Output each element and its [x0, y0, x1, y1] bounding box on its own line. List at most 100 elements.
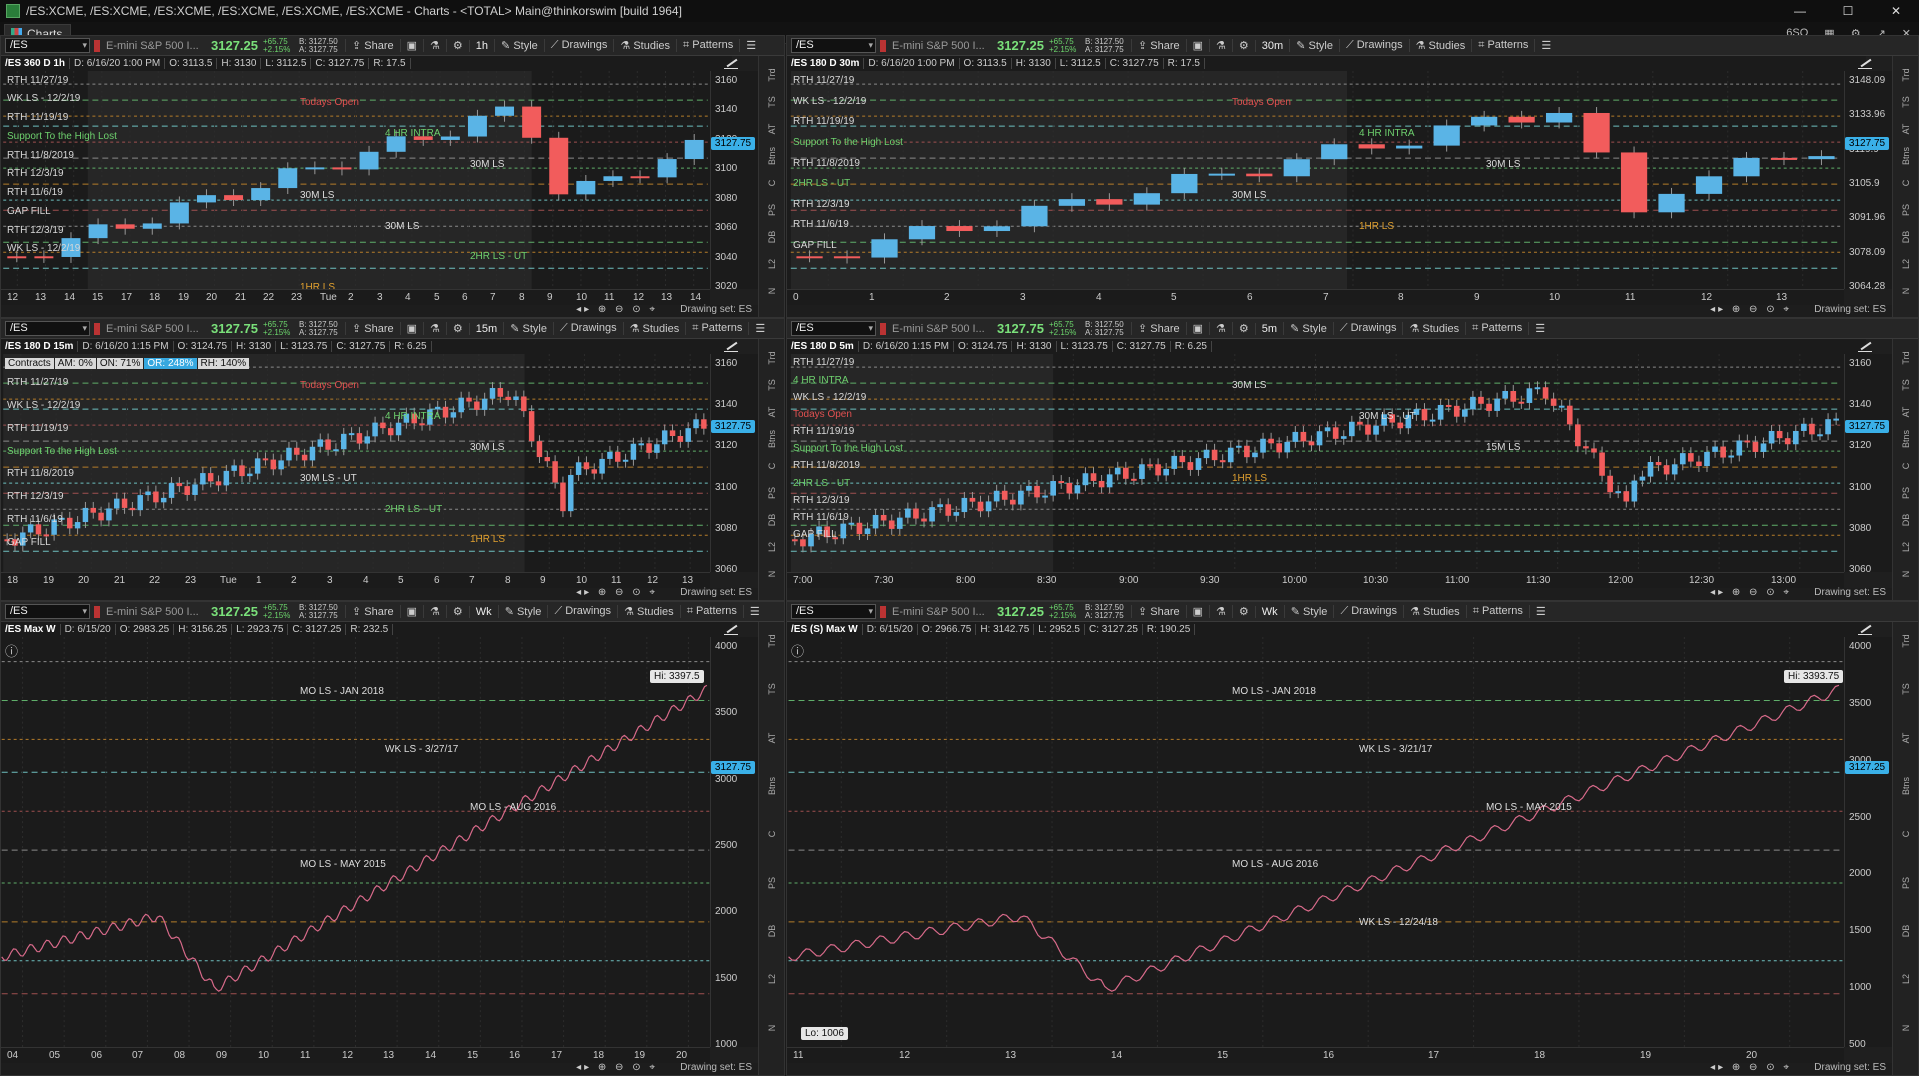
menu-icon[interactable]: ☰ — [742, 605, 766, 618]
zoom-controls[interactable]: ◂▸ ⊕ ⊖ ⊙ ⌖ — [1710, 304, 1792, 315]
flag-icon[interactable] — [94, 322, 100, 335]
menu-icon[interactable]: ☰ — [739, 39, 762, 52]
gear-icon[interactable]: ⚙ — [445, 322, 469, 335]
patterns-button[interactable]: ⌗ Patterns — [679, 605, 743, 618]
drawing-set-label[interactable]: Drawing set: ES — [1814, 1062, 1886, 1073]
side-tab[interactable]: N — [1901, 281, 1911, 301]
drawings-button[interactable]: ⟋ Drawings — [1333, 605, 1403, 618]
flask-icon[interactable]: ⚗ — [423, 322, 446, 335]
info-icon[interactable]: ⓘ — [791, 641, 804, 660]
side-tab[interactable]: C — [1901, 173, 1911, 193]
side-tab[interactable]: DB — [1901, 921, 1911, 941]
symbol-input[interactable]: /ES — [791, 38, 876, 53]
side-tab[interactable]: TS — [767, 375, 777, 395]
flask-icon[interactable]: ⚗ — [1209, 39, 1232, 52]
style-button[interactable]: ✎ Style — [503, 322, 553, 335]
side-tab[interactable]: PS — [767, 873, 777, 893]
time-axis[interactable]: 0 1 2 3 4 5 6 7 8 9 10 11 12 13 — [787, 289, 1844, 305]
side-tab[interactable]: PS — [1901, 483, 1911, 503]
side-tab[interactable]: N — [1901, 1018, 1911, 1038]
symbol-input[interactable]: /ES — [791, 604, 876, 619]
zoom-controls[interactable]: ◂▸ ⊕ ⊖ ⊙ ⌖ — [576, 587, 658, 598]
side-tab[interactable]: DB — [767, 921, 777, 941]
side-tab[interactable]: L2 — [767, 969, 777, 989]
drawing-pencil-icon[interactable] — [1858, 341, 1872, 352]
side-tab[interactable]: AT — [1901, 402, 1911, 422]
time-axis[interactable]: 18 19 20 21 22 23 Tue 1 2 3 4 5 6 7 8 9 10 11 12 13 — [1, 572, 710, 588]
gear-icon[interactable]: ⚙ — [1231, 322, 1255, 335]
style-button[interactable]: ✎ Style — [1283, 322, 1333, 335]
studies-button[interactable]: ⚗ Studies — [622, 322, 686, 335]
patterns-button[interactable]: ⌗ Patterns — [685, 322, 748, 335]
maximize-button[interactable]: ☐ — [1825, 0, 1871, 22]
snapshot-icon[interactable]: ▣ — [399, 322, 423, 335]
chart-plot-area[interactable]: MO LS - JAN 2018 WK LS - 3/27/17 MO LS - A… — [1, 637, 710, 1047]
drawing-pencil-icon[interactable] — [724, 58, 738, 69]
symbol-input[interactable]: /ES — [5, 604, 90, 619]
drawing-set-label[interactable]: Drawing set: ES — [1814, 587, 1886, 598]
zoom-controls[interactable]: ◂▸ ⊕ ⊖ ⊙ ⌖ — [576, 1062, 658, 1073]
style-button[interactable]: ✎ Style — [1283, 605, 1334, 618]
patterns-button[interactable]: ⌗ Patterns — [676, 39, 739, 52]
gear-icon[interactable]: ⚙ — [1231, 39, 1255, 52]
studies-button[interactable]: ⚗ Studies — [1402, 322, 1465, 335]
flag-icon[interactable] — [94, 605, 100, 618]
price-scale[interactable]: 4000 3500 3000 2500 2000 1500 1000 3127.75 — [710, 637, 758, 1050]
side-tab[interactable]: Trd — [1901, 65, 1911, 85]
side-tab[interactable]: C — [1901, 824, 1911, 844]
close-button[interactable]: ✕ — [1873, 0, 1919, 22]
aggregation-selector[interactable]: 1h — [468, 39, 494, 52]
price-scale[interactable]: 40003500300025002000150010005003127.25 — [1844, 637, 1892, 1050]
symbol-input[interactable]: /ES — [5, 38, 90, 53]
snapshot-icon[interactable]: ▣ — [1185, 39, 1209, 52]
side-tab[interactable]: TS — [767, 92, 777, 112]
studies-button[interactable]: ⚗ Studies — [1408, 39, 1472, 52]
gear-icon[interactable]: ⚙ — [1231, 605, 1255, 618]
side-tab[interactable]: Trd — [1901, 631, 1911, 651]
side-tab[interactable]: TS — [1901, 375, 1911, 395]
side-tab[interactable]: DB — [1901, 227, 1911, 247]
side-tab[interactable]: AT — [1901, 119, 1911, 139]
share-button[interactable]: ⇪ Share — [345, 605, 400, 618]
side-tab[interactable]: DB — [767, 510, 777, 530]
drawing-pencil-icon[interactable] — [724, 341, 738, 352]
side-tab[interactable]: Trd — [767, 631, 777, 651]
symbol-input[interactable]: /ES — [791, 321, 876, 336]
drawing-pencil-icon[interactable] — [1858, 58, 1872, 69]
side-tab[interactable]: N — [767, 564, 777, 584]
share-button[interactable]: ⇪ Share — [1131, 605, 1186, 618]
flag-icon[interactable] — [880, 39, 886, 52]
share-button[interactable]: ⇪ Share — [345, 39, 400, 52]
patterns-button[interactable]: ⌗ Patterns — [1471, 39, 1534, 52]
side-tab[interactable]: AT — [767, 402, 777, 422]
snapshot-icon[interactable]: ▣ — [1185, 322, 1209, 335]
zoom-controls[interactable]: ◂▸ ⊕ ⊖ ⊙ ⌖ — [1710, 1062, 1792, 1073]
snapshot-icon[interactable]: ▣ — [1185, 605, 1209, 618]
drawing-set-label[interactable]: Drawing set: ES — [680, 1062, 752, 1073]
side-tab[interactable]: TS — [767, 679, 777, 699]
price-scale[interactable]: 3160 3140 3120 3100 3080 3060 3127.75 — [1844, 354, 1892, 575]
side-tab[interactable]: Btns — [1901, 146, 1911, 166]
aggregation-selector[interactable]: 30m — [1254, 39, 1289, 52]
chart-plot-area[interactable]: MO LS - JAN 2018 WK LS - 3/21/17 MO LS - M… — [787, 637, 1844, 1047]
side-tab[interactable]: PS — [1901, 873, 1911, 893]
side-tab[interactable]: L2 — [767, 537, 777, 557]
side-tab[interactable]: Btns — [767, 146, 777, 166]
drawing-set-label[interactable]: Drawing set: ES — [1814, 304, 1886, 315]
gear-icon[interactable]: ⚙ — [445, 39, 469, 52]
menu-icon[interactable]: ☰ — [1528, 605, 1552, 618]
menu-icon[interactable]: ☰ — [1534, 39, 1557, 52]
side-tab[interactable]: TS — [1901, 92, 1911, 112]
drawing-set-label[interactable]: Drawing set: ES — [680, 304, 752, 315]
side-tab[interactable]: TS — [1901, 679, 1911, 699]
side-tab[interactable]: Trd — [767, 348, 777, 368]
side-tab[interactable]: C — [767, 456, 777, 476]
flag-icon[interactable] — [880, 605, 886, 618]
drawings-button[interactable]: ⟋ Drawings — [552, 322, 623, 335]
share-button[interactable]: ⇪ Share — [1131, 39, 1186, 52]
patterns-button[interactable]: ⌗ Patterns — [1465, 322, 1528, 335]
side-tab[interactable]: DB — [767, 227, 777, 247]
share-button[interactable]: ⇪ Share — [345, 322, 400, 335]
side-tab[interactable]: N — [767, 281, 777, 301]
flask-icon[interactable]: ⚗ — [423, 605, 446, 618]
